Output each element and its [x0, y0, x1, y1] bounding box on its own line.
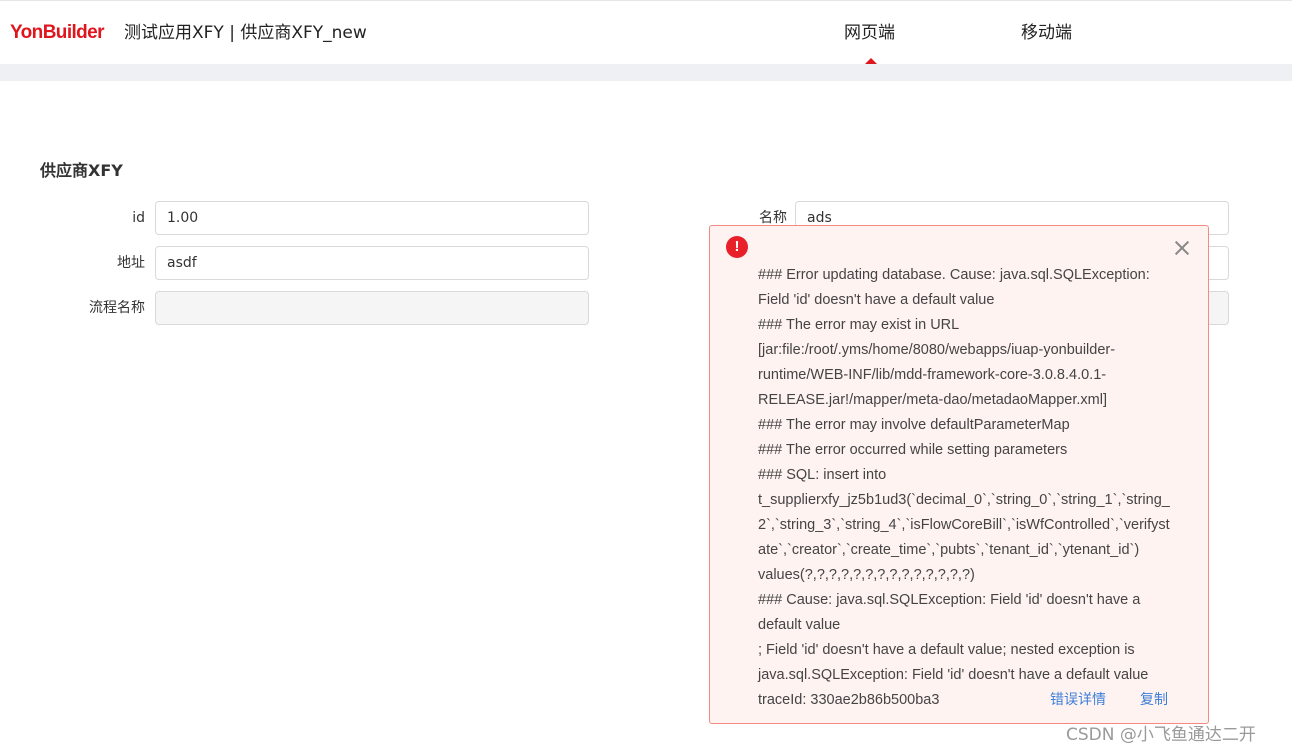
process-name-input [155, 291, 589, 325]
logo-yon: Yon [10, 22, 43, 43]
copy-link[interactable]: 复制 [1140, 688, 1168, 713]
logo-builder: Builder [42, 22, 105, 43]
address-label: 地址 [117, 255, 145, 271]
id-input[interactable]: 1.00 [155, 201, 589, 235]
error-line: ### The error occurred while setting par… [758, 442, 1068, 458]
trace-id: traceId: 330ae2b86b500ba3 [758, 692, 940, 708]
error-line: ### Error updating database. Cause: java… [758, 267, 1150, 283]
error-line: Field 'id' doesn't have a default value [758, 292, 995, 308]
error-line: ate`,`creator`,`create_time`,`pubts`,`te… [758, 542, 1140, 558]
error-message: ### Error updating database. Cause: java… [758, 263, 1170, 688]
error-line: ; Field 'id' doesn't have a default valu… [758, 642, 1135, 658]
error-line: java.sql.SQLException: Field 'id' doesn'… [758, 667, 1149, 683]
process-name-label: 流程名称 [89, 300, 145, 316]
error-icon: ! [726, 236, 748, 258]
csdn-watermark: CSDN @小飞鱼通达二开 [1066, 725, 1256, 745]
error-line: ### SQL: insert into [758, 467, 887, 483]
tab-mobile[interactable]: 移动端 [1021, 21, 1072, 45]
error-popup: ! ### Error updating database. Cause: ja… [709, 225, 1209, 724]
error-details-link[interactable]: 错误详情 [1050, 688, 1106, 713]
yonbuilder-logo[interactable]: YonBuilder [10, 21, 105, 45]
error-line: ### The error may exist in URL [758, 317, 960, 333]
error-line: 2`,`string_3`,`string_4`,`isFlowCoreBill… [758, 517, 1170, 533]
header-divider-band [0, 64, 1292, 81]
tab-web[interactable]: 网页端 [844, 21, 895, 45]
app-title: 测试应用XFY | 供应商XFY_new [124, 23, 367, 43]
error-line: [jar:file:/root/.yms/home/8080/webapps/i… [758, 342, 1116, 358]
error-line: runtime/WEB-INF/lib/mdd-framework-core-3… [758, 367, 1107, 383]
error-line: ### Cause: java.sql.SQLException: Field … [758, 592, 1141, 608]
error-line: default value [758, 617, 841, 633]
address-input[interactable]: asdf [155, 246, 589, 280]
id-label: id [132, 210, 145, 226]
close-icon[interactable] [1174, 240, 1190, 256]
form-title: 供应商XFY [40, 161, 123, 180]
error-line: ### The error may involve defaultParamet… [758, 417, 1070, 433]
error-line: values(?,?,?,?,?,?,?,?,?,?,?,?,?,?) [758, 567, 975, 583]
top-header: YonBuilder 测试应用XFY | 供应商XFY_new 网页端 移动端 [0, 0, 1292, 65]
error-line: RELEASE.jar!/mapper/meta-dao/metadaoMapp… [758, 392, 1107, 408]
error-line: t_supplierxfy_jz5b1ud3(`decimal_0`,`stri… [758, 492, 1170, 508]
